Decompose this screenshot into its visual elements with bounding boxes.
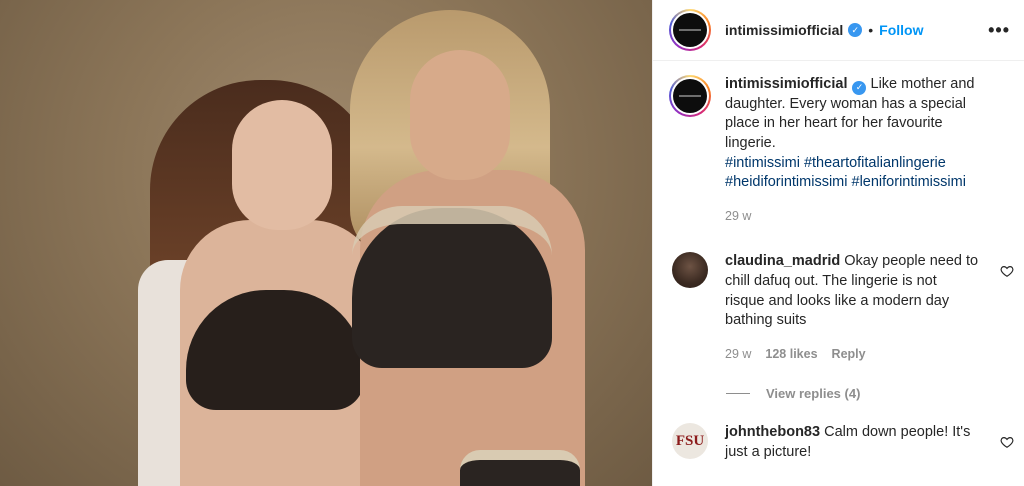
post-side-panel: intimissimiofficial ✓ • Follow ••• intim…: [652, 0, 1024, 486]
post-header: intimissimiofficial ✓ • Follow •••: [653, 0, 1024, 61]
avatar-inner: [671, 11, 709, 49]
replies-divider: [726, 393, 750, 395]
comment-username[interactable]: claudina_madrid: [725, 253, 840, 269]
caption-avatar[interactable]: [669, 75, 711, 117]
logo-mark: [679, 29, 701, 31]
photo-detail-face-left: [232, 100, 332, 230]
profile-avatar[interactable]: [669, 9, 711, 51]
post-viewer: intimissimiofficial ✓ • Follow ••• intim…: [0, 0, 1024, 486]
commenter-avatar[interactable]: [672, 252, 708, 289]
verified-badge-icon: ✓: [848, 23, 863, 37]
comment-age[interactable]: 29 w: [725, 347, 751, 361]
commenter-avatar[interactable]: FSU: [672, 423, 708, 460]
avatar-logo: [673, 13, 707, 47]
caption-hashtags[interactable]: #intimissimi #theartofitalianlingerie #h…: [725, 154, 979, 193]
comments-feed: intimissimiofficial ✓ Like mother and dau…: [653, 61, 1024, 463]
heart-icon[interactable]: [1000, 264, 1014, 278]
follow-button[interactable]: Follow: [879, 22, 923, 38]
reply-button[interactable]: Reply: [832, 347, 866, 361]
comment-item: FSU johnthebon83 Calm down people! It's …: [669, 423, 1014, 462]
caption-age[interactable]: 29 w: [725, 209, 751, 223]
caption-block: intimissimiofficial ✓ Like mother and dau…: [669, 75, 1008, 226]
comment-meta: 29 w 128 likes Reply: [725, 345, 979, 365]
separator-dot: •: [868, 22, 874, 38]
photo-detail-brief: [460, 450, 580, 486]
more-options-icon[interactable]: •••: [988, 20, 1010, 41]
avatar-inner: [671, 77, 709, 115]
comment-body: johnthebon83 Calm down people! It's just…: [725, 423, 979, 462]
photo-detail-lace: [352, 206, 552, 256]
comment-username[interactable]: johnthebon83: [725, 424, 820, 440]
avatar-logo: [673, 79, 707, 113]
comment-body: claudina_madrid Okay people need to chil…: [725, 252, 979, 364]
caption-meta: 29 w: [725, 207, 979, 227]
view-replies-label: View replies (4): [766, 386, 861, 402]
verified-badge-icon: ✓: [852, 80, 867, 95]
view-replies-button[interactable]: View replies (4): [726, 386, 1008, 401]
photo-detail-face-right: [410, 50, 510, 180]
caption-username[interactable]: intimissimiofficial: [725, 76, 847, 92]
post-photo[interactable]: [0, 0, 652, 486]
header-username[interactable]: intimissimiofficial: [725, 22, 843, 38]
logo-mark: [679, 95, 701, 97]
caption: intimissimiofficial ✓ Like mother and dau…: [725, 75, 979, 226]
comment-item: claudina_madrid Okay people need to chil…: [669, 252, 1014, 364]
comment-likes[interactable]: 128 likes: [765, 347, 817, 361]
heart-icon[interactable]: [1000, 435, 1014, 449]
